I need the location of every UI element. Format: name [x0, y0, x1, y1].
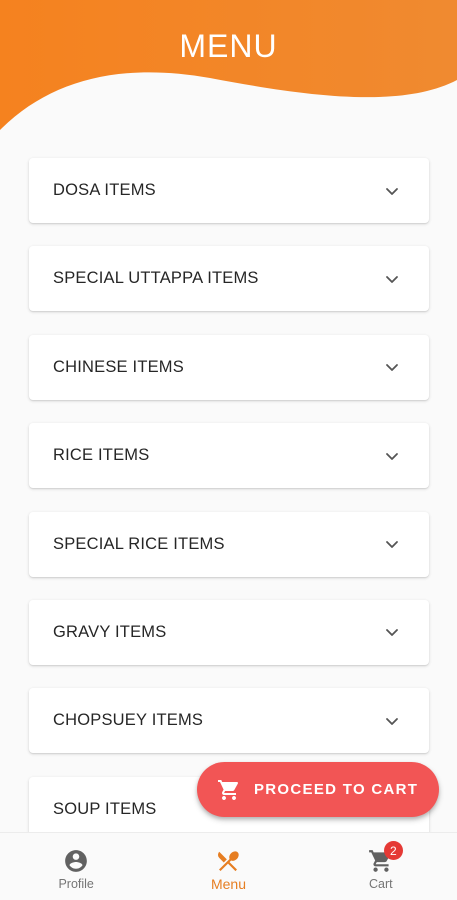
- bottom-navigation: Profile Menu 2 Cart: [0, 832, 457, 900]
- nav-label-profile: Profile: [58, 877, 94, 891]
- menu-category-chopsuey[interactable]: CHOPSUEY ITEMS: [29, 688, 429, 754]
- menu-category-special-uttappa[interactable]: SPECIAL UTTAPPA ITEMS: [29, 246, 429, 312]
- menu-category-label: SPECIAL UTTAPPA ITEMS: [53, 269, 259, 288]
- menu-category-gravy[interactable]: GRAVY ITEMS: [29, 599, 429, 665]
- chevron-down-icon: [386, 187, 398, 195]
- chevron-down-icon: [386, 275, 398, 283]
- account-circle-icon: [65, 850, 87, 872]
- menu-category-special-rice[interactable]: SPECIAL RICE ITEMS: [29, 511, 429, 577]
- menu-category-label: CHOPSUEY ITEMS: [53, 711, 204, 730]
- menu-category-label: DOSA ITEMS: [53, 181, 156, 199]
- menu-category-dosa[interactable]: DOSA ITEMS: [29, 158, 429, 223]
- menu-category-label: GRAVY ITEMS: [53, 622, 167, 641]
- proceed-to-cart-button[interactable]: PROCEED TO CART: [197, 762, 439, 817]
- menu-category-label: SOUP ITEMS: [53, 799, 157, 818]
- chevron-down-icon: [386, 364, 398, 372]
- menu-category-list: DOSA ITEMS SPECIAL UTTAPPA ITEMS CHINESE…: [29, 158, 429, 865]
- menu-category-chinese[interactable]: CHINESE ITEMS: [29, 334, 429, 400]
- chevron-down-icon: [386, 452, 398, 460]
- proceed-to-cart-label: PROCEED TO CART: [254, 781, 419, 798]
- chevron-down-icon: [386, 629, 398, 637]
- chevron-down-icon: [386, 717, 398, 725]
- cart-count-badge: 2: [383, 841, 403, 860]
- header: MENU: [0, 0, 457, 140]
- restaurant-icon: [218, 851, 240, 872]
- page-title: MENU: [179, 28, 278, 64]
- header-wave-background: [0, 0, 457, 130]
- cart-icon: [218, 779, 239, 800]
- menu-category-label: SPECIAL RICE ITEMS: [53, 534, 225, 553]
- nav-item-cart[interactable]: 2 Cart: [305, 833, 457, 900]
- menu-screen: MENU DOSA ITEMS SPECIAL UTTAPPA ITEMS CH…: [0, 0, 457, 900]
- chevron-down-icon: [386, 541, 398, 548]
- menu-category-rice[interactable]: RICE ITEMS: [29, 423, 429, 489]
- nav-item-profile[interactable]: Profile: [0, 833, 152, 900]
- nav-item-menu[interactable]: Menu: [152, 833, 304, 900]
- menu-category-label: RICE ITEMS: [53, 446, 150, 465]
- nav-label-cart: Cart: [369, 877, 393, 891]
- menu-category-label: CHINESE ITEMS: [53, 357, 184, 376]
- nav-label-menu: Menu: [210, 876, 246, 892]
